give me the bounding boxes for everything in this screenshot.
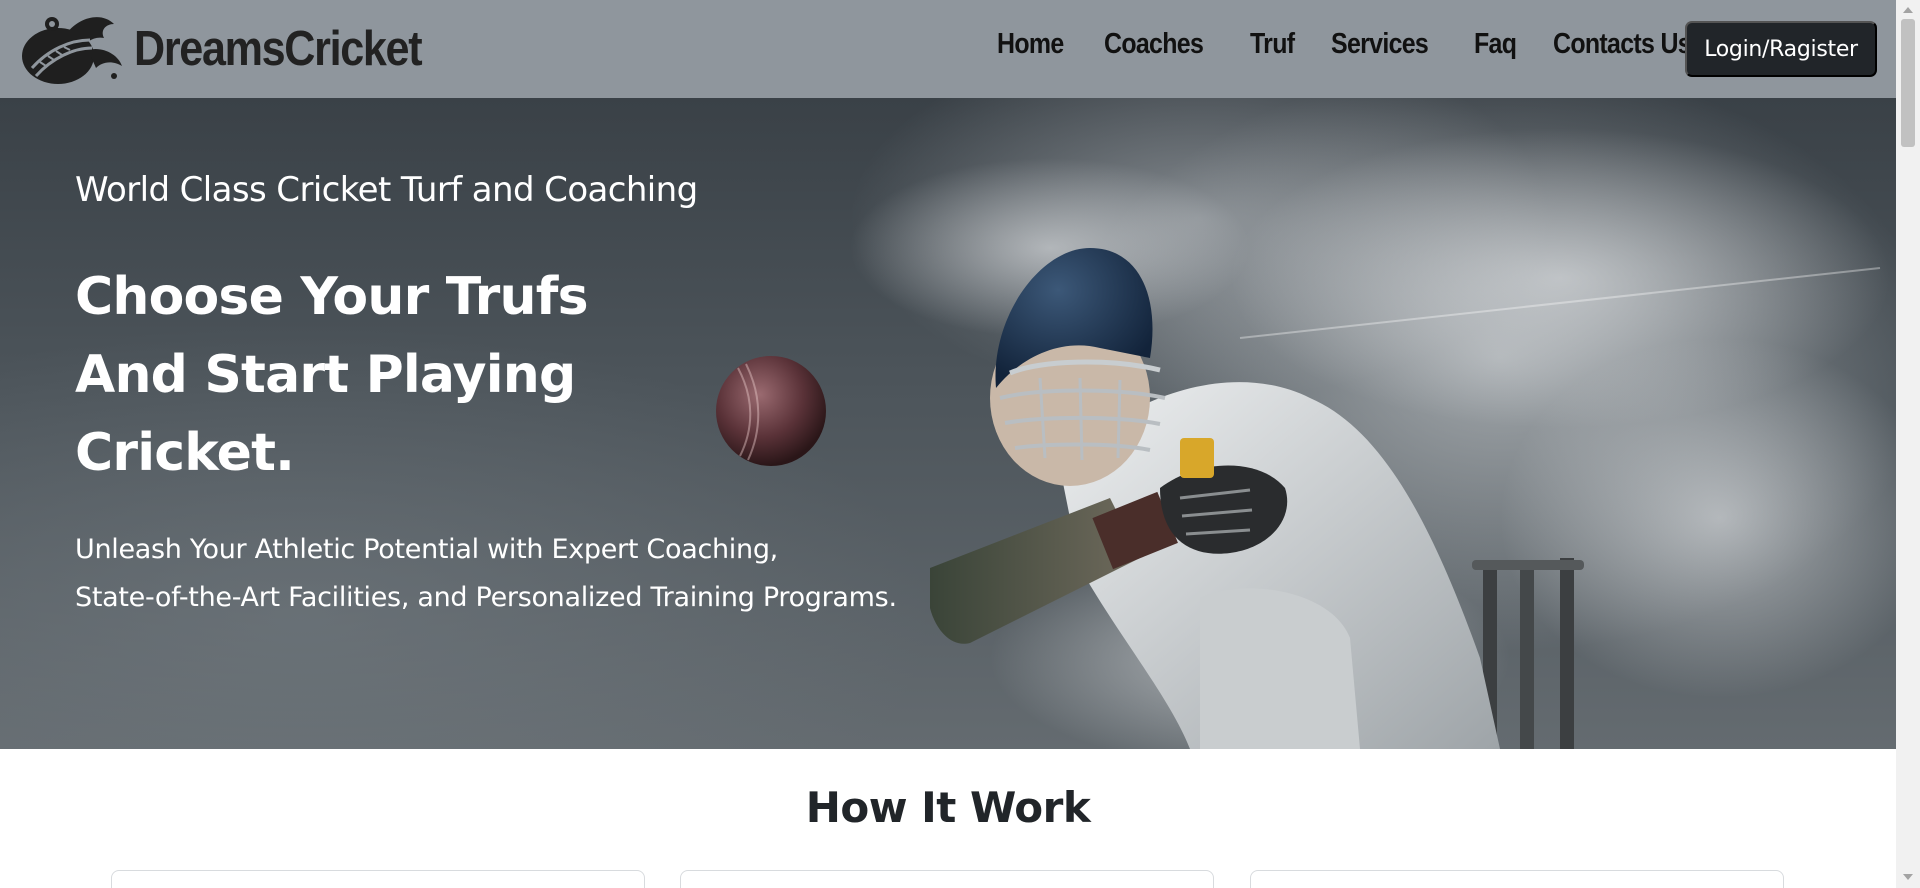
login-register-button[interactable]: Login/Ragister [1685,21,1877,77]
hero-description-line: State-of-the-Art Facilities, and Persona… [75,582,897,613]
nav-item-truf[interactable]: Truf [1250,28,1295,61]
nav-item-contacts[interactable]: Contacts Us [1553,28,1692,61]
nav-item-services[interactable]: Services [1331,28,1429,61]
section-title: How It Work [805,783,1091,832]
hero-title-line: Cricket. [75,423,295,483]
hero-description-line: Unleash Your Athletic Potential with Exp… [75,534,778,565]
nav-item-home[interactable]: Home [997,28,1064,61]
hero-title-line: Choose Your Trufs [75,267,589,327]
scrollbar-thumb[interactable] [1901,19,1915,147]
nav-item-coaches[interactable]: Coaches [1104,28,1204,61]
hero-title-line: And Start Playing [75,345,576,405]
hero-section: World Class Cricket Turf and Coaching Ch… [0,98,1896,749]
step-card [1250,870,1784,888]
nav-item-faq[interactable]: Faq [1474,28,1517,61]
hero-description: Unleash Your Athletic Potential with Exp… [75,526,897,622]
scroll-up-icon[interactable] [1903,7,1913,13]
main-nav: Home Coaches Truf Services Faq Contacts … [997,28,1744,61]
hero-title: Choose Your Trufs And Start Playing Cric… [75,258,589,492]
hero-kicker: World Class Cricket Turf and Coaching [75,170,698,210]
cricket-ball-logo-icon [22,17,122,84]
step-card [680,870,1214,888]
step-card [111,870,645,888]
brand-name: DreamsCricket [134,22,423,76]
scroll-down-icon[interactable] [1903,874,1913,880]
site-header: DreamsCricket Home Coaches Truf Services… [0,0,1896,98]
page-scrollbar[interactable] [1896,0,1920,888]
brand[interactable]: DreamsCricket [18,10,460,88]
